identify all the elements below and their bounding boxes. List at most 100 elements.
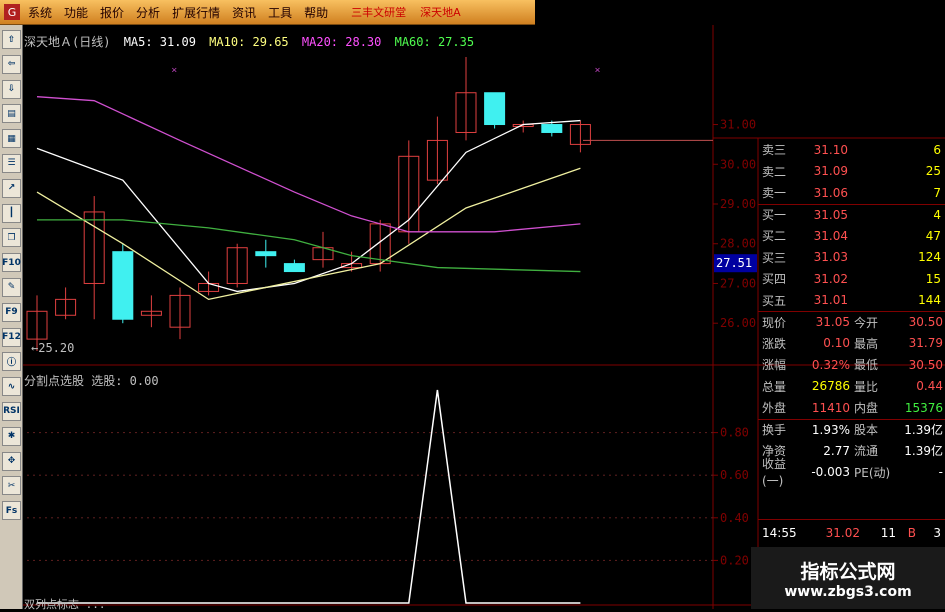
menu-help[interactable]: 帮助	[304, 4, 328, 21]
quote-price: 31.02	[813, 271, 848, 286]
report-icon[interactable]: ▤	[2, 104, 21, 124]
tick-count: 3	[933, 525, 941, 540]
stock-name: 深天地Ａ(日线)	[24, 35, 111, 49]
quote-price: 31.05	[813, 207, 848, 222]
stat-row: 外盘 11410 内盘 15376	[758, 397, 945, 419]
stat-value: 0.10	[823, 336, 850, 351]
quote-volume: 7	[933, 185, 941, 200]
quote-label: 买一	[762, 208, 787, 223]
stat-row: 换手 1.93% 股本 1.39亿	[758, 418, 945, 441]
quote-label: 买二	[762, 229, 787, 244]
price-tick-label: 30.00	[720, 157, 756, 171]
tick-price: 31.02	[825, 525, 860, 540]
quote-volume: 6	[933, 142, 941, 157]
menu-quote[interactable]: 报价	[100, 4, 124, 21]
stat-label-2: 今开	[854, 315, 879, 330]
menu-extended[interactable]: 扩展行情	[172, 4, 220, 21]
stat-label: 收益(一)	[762, 457, 787, 489]
stat-value-2: 1.39亿	[904, 423, 943, 438]
edit-icon[interactable]: ✎	[2, 277, 21, 297]
quote-row: 买四 31.02 15	[758, 268, 945, 290]
move-icon[interactable]: ✥	[2, 451, 21, 471]
tick-row: 14:55 31.02 11 B 3	[758, 519, 945, 545]
menu-system[interactable]: 系统	[28, 4, 52, 21]
cross-marker: ×	[595, 65, 601, 76]
grid-icon[interactable]: ▦	[2, 129, 21, 149]
info-icon[interactable]: ⓘ	[2, 352, 21, 372]
quote-row: 买五 31.01 144	[758, 290, 945, 312]
quote-panel: 卖三 31.10 6 卖二 31.09 25 卖一 31.06 7 买一 31.05 4 买二 31.04…	[758, 139, 945, 488]
fs-icon[interactable]: Fs	[2, 501, 21, 521]
stat-row: 总量 26786 量比 0.44	[758, 376, 945, 398]
quote-volume: 25	[925, 164, 941, 179]
scissors-icon[interactable]: ✂	[2, 476, 21, 496]
stat-value: 11410	[811, 400, 850, 415]
quote-label: 卖三	[762, 143, 787, 158]
list-icon[interactable]: ☰	[2, 153, 21, 173]
ind-tick-label: 0.80	[720, 426, 749, 440]
stat-label: 换手	[762, 423, 787, 438]
left-arrow-icon[interactable]: ⇦	[2, 54, 21, 74]
ma20-label: MA20: 28.30	[301, 35, 382, 49]
quote-volume: 15	[925, 271, 941, 286]
stat-value: 2.77	[823, 443, 850, 458]
quote-price: 31.09	[813, 164, 848, 179]
tick-volume: 11	[880, 525, 896, 540]
rsi-icon[interactable]: RSI	[2, 401, 21, 421]
quote-price: 31.01	[813, 293, 848, 308]
tick-time: 14:55	[762, 525, 797, 540]
f9-icon[interactable]: F9	[2, 302, 21, 322]
menu-tools[interactable]: 工具	[268, 4, 292, 21]
kline-icon[interactable]: ┃	[2, 203, 21, 223]
tick-side: B	[907, 525, 916, 540]
up-arrow-icon[interactable]: ⇧	[2, 30, 21, 49]
stat-row: 涨幅 0.32% 最低 30.50	[758, 354, 945, 376]
quote-label: 卖二	[762, 164, 787, 179]
quote-label: 买三	[762, 250, 787, 265]
menu-analysis[interactable]: 分析	[136, 4, 160, 21]
ind-tick-label: 0.40	[720, 511, 749, 525]
quote-label: 卖一	[762, 186, 787, 201]
menu-right-text-2: 深天地A	[420, 6, 461, 19]
left-toolbar: ⇧ ⇦ ⇩ ▤ ▦ ☰ ↗ ┃ ❐ F10 ✎ F9 F12 ⓘ ∿ RSI ✱ ✥ ✂ Fs	[0, 25, 23, 609]
quote-label: 买四	[762, 272, 787, 287]
price-tick-label: 29.00	[720, 197, 756, 211]
price-marker-label: 27.51	[716, 256, 752, 270]
price-tick-label: 28.00	[720, 237, 756, 251]
stat-value: 1.93%	[811, 422, 850, 437]
candle-body	[484, 92, 506, 126]
stat-label-2: 流通	[854, 444, 879, 459]
stat-value-2: 0.44	[916, 379, 943, 394]
quote-volume: 47	[925, 228, 941, 243]
rsi-wave-icon[interactable]: ∿	[2, 377, 21, 397]
ma5-label: MA5: 31.09	[123, 35, 196, 49]
quote-row: 卖二 31.09 25	[758, 161, 945, 183]
line-chart-icon[interactable]: ↗	[2, 178, 21, 198]
min-price-label: ←25.20	[31, 341, 74, 355]
f10-icon[interactable]: F10	[2, 253, 21, 273]
bottom-indicator-text: 双列点标志 ...	[24, 598, 106, 611]
down-arrow-icon[interactable]: ⇩	[2, 79, 21, 99]
quote-price: 31.04	[813, 228, 848, 243]
menu-function[interactable]: 功能	[64, 4, 88, 21]
stat-value-2: -	[938, 465, 943, 480]
watermark: 指标公式网 www.zbgs3.com	[751, 547, 945, 609]
price-tick-label: 26.00	[720, 316, 756, 330]
stat-value: 26786	[811, 379, 850, 394]
quote-volume: 144	[918, 293, 941, 308]
stat-value: 31.05	[815, 315, 850, 330]
quote-row: 卖三 31.10 6	[758, 139, 945, 161]
candle-body	[112, 251, 134, 320]
f12-icon[interactable]: F12	[2, 327, 21, 347]
stat-row: 涨跌 0.10 最高 31.79	[758, 333, 945, 355]
menu-info[interactable]: 资讯	[232, 4, 256, 21]
tools-icon[interactable]: ✱	[2, 426, 21, 446]
quote-price: 31.10	[813, 142, 848, 157]
quote-price: 31.06	[813, 185, 848, 200]
stat-label-2: 股本	[854, 423, 879, 438]
stat-row: 现价 31.05 今开 30.50	[758, 311, 945, 333]
watermark-title: 指标公式网	[800, 560, 896, 583]
copy-icon[interactable]: ❐	[2, 228, 21, 248]
stat-label-2: 量比	[854, 379, 879, 394]
ind-tick-label: 0.20	[720, 553, 749, 567]
